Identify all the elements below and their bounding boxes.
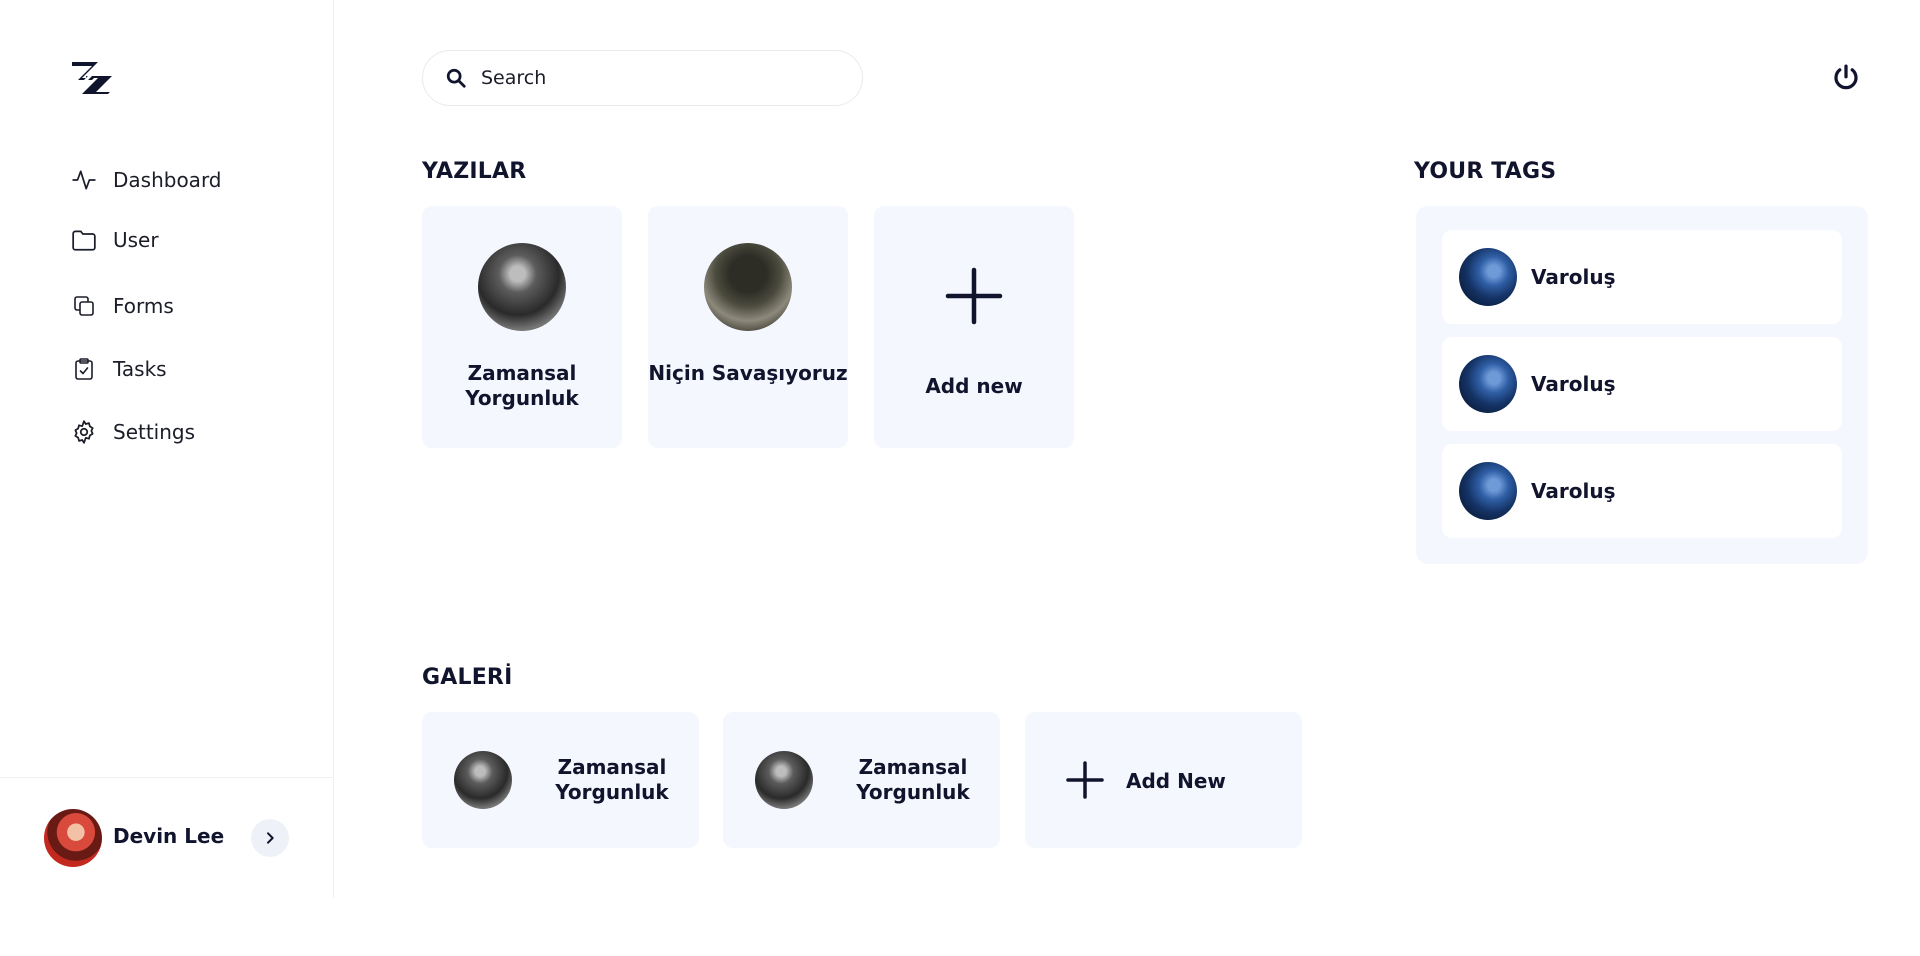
- sidebar-item-label: Settings: [113, 420, 196, 444]
- post-card[interactable]: Niçin Savaşıyoruz: [648, 206, 848, 448]
- folder-icon: [70, 226, 98, 254]
- gallery-thumbnail: [454, 751, 512, 809]
- sidebar-item-tasks[interactable]: Tasks: [70, 353, 167, 385]
- section-title-galeri: GALERİ: [422, 665, 513, 690]
- user-divider: [0, 777, 334, 778]
- sidebar-item-label: Forms: [113, 294, 174, 318]
- gear-icon: [70, 418, 98, 446]
- post-title: Niçin Savaşıyoruz: [648, 361, 848, 385]
- tag-label: Varoluş: [1531, 372, 1616, 396]
- tag-thumbnail: [1459, 248, 1517, 306]
- sidebar: Dashboard User Forms Tasks Settings Devi…: [0, 0, 334, 898]
- tag-thumbnail: [1459, 462, 1517, 520]
- add-new-gallery-button[interactable]: Add New: [1025, 712, 1302, 848]
- tags-panel: Varoluş Varoluş Varoluş: [1416, 206, 1868, 564]
- chevron-right-icon: [267, 832, 274, 844]
- sidebar-item-forms[interactable]: Forms: [70, 290, 174, 322]
- post-thumbnail: [704, 243, 792, 331]
- gallery-title: Zamansal Yorgunluk: [555, 755, 669, 804]
- tag-item[interactable]: Varoluş: [1442, 444, 1842, 538]
- tag-item[interactable]: Varoluş: [1442, 230, 1842, 324]
- section-title-tags: YOUR TAGS: [1414, 159, 1557, 184]
- sidebar-item-label: Tasks: [113, 357, 167, 381]
- add-new-label: Add new: [925, 374, 1023, 398]
- gallery-card[interactable]: Zamansal Yorgunluk: [422, 712, 699, 848]
- add-new-post-button[interactable]: Add new: [874, 206, 1074, 448]
- sidebar-item-label: User: [113, 228, 159, 252]
- gallery-thumbnail: [755, 751, 813, 809]
- search-input[interactable]: [481, 67, 821, 89]
- tag-label: Varoluş: [1531, 265, 1616, 289]
- sidebar-item-dashboard[interactable]: Dashboard: [70, 164, 222, 196]
- sidebar-item-settings[interactable]: Settings: [70, 416, 195, 448]
- avatar[interactable]: [44, 809, 102, 867]
- plus-icon: [945, 267, 1003, 325]
- copy-icon: [70, 292, 98, 320]
- gallery-title: Zamansal Yorgunluk: [856, 755, 970, 804]
- sidebar-item-user[interactable]: User: [70, 224, 159, 256]
- clipboard-check-icon: [70, 355, 98, 383]
- z-logo-icon[interactable]: [70, 60, 114, 96]
- post-title: Zamansal Yorgunluk: [465, 361, 579, 410]
- tag-item[interactable]: Varoluş: [1442, 337, 1842, 431]
- search-bar[interactable]: [422, 50, 863, 106]
- user-name: Devin Lee: [113, 824, 225, 848]
- tag-label: Varoluş: [1531, 479, 1616, 503]
- gallery-card[interactable]: Zamansal Yorgunluk: [723, 712, 1000, 848]
- search-icon: [446, 68, 466, 88]
- user-menu-button[interactable]: [251, 819, 289, 857]
- post-thumbnail: [478, 243, 566, 331]
- section-title-yazilar: YAZILAR: [422, 159, 527, 184]
- sidebar-item-label: Dashboard: [113, 168, 222, 192]
- plus-icon: [1066, 761, 1104, 799]
- add-new-label: Add New: [1126, 769, 1226, 793]
- tag-thumbnail: [1459, 355, 1517, 413]
- activity-icon: [70, 166, 98, 194]
- post-card[interactable]: Zamansal Yorgunluk: [422, 206, 622, 448]
- power-icon[interactable]: [1831, 63, 1861, 93]
